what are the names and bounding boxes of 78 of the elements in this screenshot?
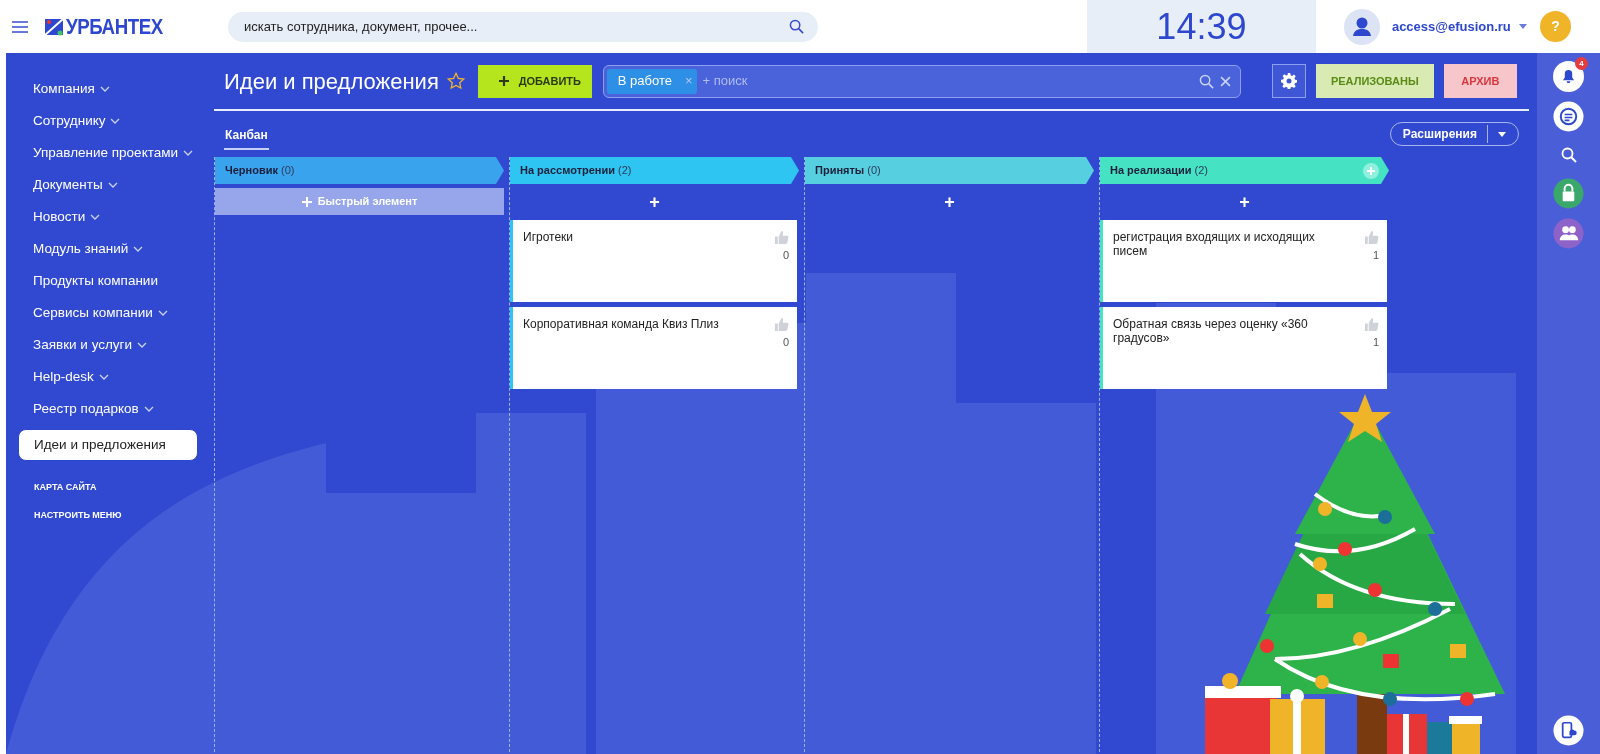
notification-badge: 4: [1575, 57, 1588, 70]
bell-icon: [1562, 69, 1575, 84]
card-title: Обратная связь через оценку «360 градусов»: [1113, 317, 1309, 347]
sidebar-item[interactable]: Заявки и услуги: [6, 329, 210, 361]
chevron-icon: [110, 118, 121, 124]
column-title: На реализации: [1110, 163, 1192, 179]
kanban-card[interactable]: Игротеки 0: [510, 220, 797, 302]
sidebar-item[interactable]: Компания: [6, 73, 210, 105]
users-icon[interactable]: [1553, 218, 1584, 249]
kanban-card[interactable]: Обратная связь через оценку «360 градусов» 1: [1100, 307, 1387, 389]
avatar-icon[interactable]: [1343, 8, 1380, 45]
search-icon[interactable]: [788, 18, 804, 34]
thumbs-up-icon[interactable]: [1364, 230, 1379, 245]
plus-icon: [498, 76, 509, 86]
kanban-card[interactable]: Корпоративная команда Квиз Плиз 0: [510, 307, 797, 389]
thumbs-up-icon[interactable]: [774, 317, 789, 332]
close-icon[interactable]: [1219, 75, 1231, 87]
column-count: (2): [1194, 163, 1209, 179]
footer-link[interactable]: КАРТА САЙТА: [34, 481, 182, 495]
search-field[interactable]: искать сотрудника, документ, прочее...: [227, 11, 818, 42]
card-title: Игротеки: [523, 230, 574, 246]
chevron-icon: [98, 374, 109, 380]
column-title: Черновик: [225, 163, 278, 179]
clock: 14:39: [1086, 0, 1316, 53]
column-count: (0): [867, 163, 882, 179]
plus-icon: [301, 196, 312, 207]
add-card-button[interactable]: +: [936, 188, 963, 215]
column-count: (2): [618, 163, 633, 179]
logo[interactable]: УРБАНТЕХ: [45, 10, 180, 43]
menu-icon[interactable]: [12, 20, 28, 33]
sidebar-item[interactable]: Продукты компании: [6, 265, 210, 297]
like-count: 1: [1372, 248, 1379, 263]
sidebar-item[interactable]: Реестр подарков: [6, 393, 210, 425]
sidebar-item[interactable]: Новости: [6, 201, 210, 233]
sidebar-item[interactable]: Сервисы компании: [6, 297, 210, 329]
like-count: 1: [1372, 335, 1379, 350]
thumbs-up-icon[interactable]: [774, 230, 789, 245]
lock-icon[interactable]: [1553, 178, 1584, 209]
chevron-icon: [143, 406, 154, 412]
chat-icon[interactable]: [1553, 101, 1584, 132]
chevron-icon: [90, 214, 101, 220]
logo-icon: [45, 16, 65, 37]
settings-button[interactable]: [1271, 64, 1306, 98]
search-icon[interactable]: [1198, 73, 1214, 89]
add-card-button[interactable]: +: [641, 188, 668, 215]
mobile-cloud-icon[interactable]: [1553, 715, 1584, 746]
chevron-icon: [137, 342, 148, 348]
caret-icon: [1498, 131, 1506, 137]
tab[interactable]: Канбан: [224, 118, 269, 150]
settings-icon: [1280, 73, 1297, 89]
like-count: 0: [782, 248, 789, 263]
sidebar-item[interactable]: Модуль знаний: [6, 233, 210, 265]
chevron-icon: [133, 246, 144, 252]
sidebar-item[interactable]: Документы: [6, 169, 210, 201]
column-title: Приняты: [815, 163, 865, 179]
search-icon[interactable]: [1560, 147, 1577, 163]
sidebar-item[interactable]: Help-desk: [6, 361, 210, 393]
add-card-button[interactable]: +: [1231, 188, 1258, 215]
column-title: На рассмотрении: [520, 163, 616, 179]
chevron-icon: [157, 310, 168, 316]
footer-link[interactable]: НАСТРОИТЬ МЕНЮ: [34, 508, 182, 522]
page-title: Идеи и предложения: [224, 67, 439, 96]
card-title: регистрация входящих и исходящих писем: [1113, 230, 1316, 260]
kanban-card[interactable]: регистрация входящих и исходящих писем 1: [1100, 220, 1387, 302]
thumbs-up-icon[interactable]: [1364, 317, 1379, 332]
like-count: 0: [782, 335, 789, 350]
user-email[interactable]: access@efusion.ru: [1391, 16, 1511, 37]
star-icon[interactable]: [446, 72, 465, 90]
sidebar-item[interactable]: Сотруднику: [6, 105, 210, 137]
column-count: (0): [280, 163, 296, 179]
card-title: Корпоративная команда Квиз Плиз: [523, 317, 719, 333]
caret-icon[interactable]: [1518, 24, 1527, 29]
chevron-icon: [99, 86, 110, 92]
sidebar-item[interactable]: Идеи и предложения: [18, 429, 198, 461]
chevron-icon: [183, 150, 194, 156]
sidebar-item[interactable]: Управление проектами: [6, 137, 210, 169]
chevron-icon: [107, 182, 118, 188]
add-button[interactable]: ДОБАВИТЬ: [477, 64, 592, 98]
